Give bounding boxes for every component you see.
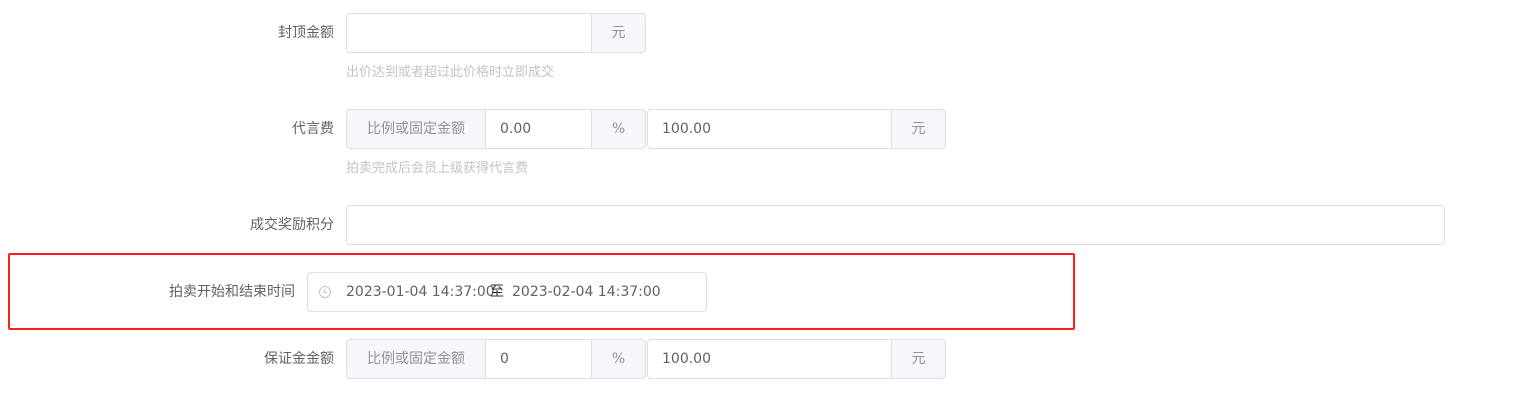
deposit-fixed-input[interactable]: 100.00 <box>647 339 892 379</box>
deposit-label: 保证金金额 <box>264 351 334 367</box>
commission-mode-select[interactable]: 比例或固定金额 <box>346 109 486 149</box>
cap-amount-label: 封顶金额 <box>278 25 334 41</box>
commission-ratio-input[interactable]: 0.00 <box>485 109 592 149</box>
auction-time-range-picker[interactable]: 2023-01-04 14:37:00 至 2023-02-04 14:37:0… <box>307 272 707 312</box>
commission-label: 代言费 <box>292 121 334 137</box>
auction-end-time[interactable]: 2023-02-04 14:37:00 <box>512 273 661 311</box>
auction-start-time[interactable]: 2023-01-04 14:37:00 <box>346 273 495 311</box>
commission-fixed-input[interactable]: 100.00 <box>647 109 892 149</box>
commission-hint: 拍卖完成后会员上级获得代言费 <box>346 161 529 176</box>
reward-points-input[interactable] <box>346 205 1445 245</box>
deposit-ratio-input[interactable]: 0 <box>485 339 592 379</box>
cap-amount-unit: 元 <box>591 13 646 53</box>
deposit-ratio-unit: % <box>591 339 646 379</box>
commission-ratio-unit: % <box>591 109 646 149</box>
auction-time-label: 拍卖开始和结束时间 <box>169 284 295 300</box>
deposit-mode-select[interactable]: 比例或固定金额 <box>346 339 486 379</box>
range-separator: 至 <box>490 284 504 300</box>
reward-points-label: 成交奖励积分 <box>250 217 334 233</box>
deposit-fixed-unit: 元 <box>891 339 946 379</box>
cap-amount-input[interactable] <box>346 13 592 53</box>
cap-amount-hint: 出价达到或者超过此价格时立即成交 <box>346 65 555 80</box>
commission-fixed-unit: 元 <box>891 109 946 149</box>
clock-icon <box>319 286 331 298</box>
